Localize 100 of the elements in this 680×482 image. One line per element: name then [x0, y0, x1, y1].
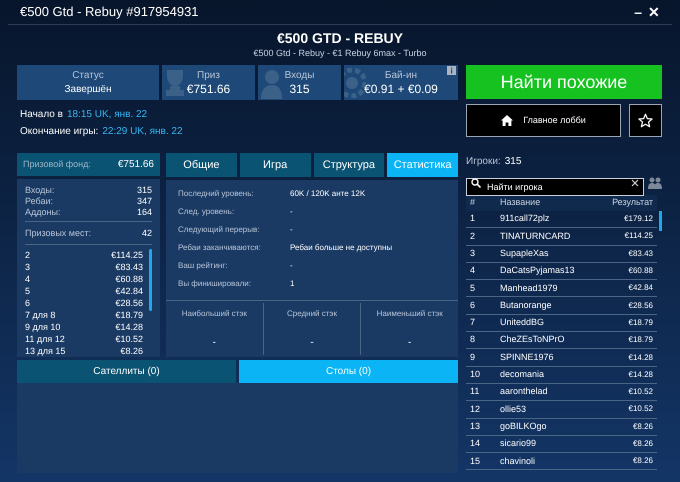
count-label: Ребаи:	[25, 196, 53, 207]
table-cell-text: sicario99	[500, 437, 538, 450]
search-field[interactable]: Найти игрока	[466, 178, 644, 196]
payout-place: 2	[25, 249, 30, 261]
table-cell-text: €10.52	[628, 386, 653, 398]
stat-label: Ваш рейтинг:	[178, 260, 228, 272]
table-cell-text: €114.25	[624, 230, 653, 242]
stack-value: -	[310, 336, 314, 350]
table-cell-text: SPINNE1976	[500, 350, 555, 364]
stack-value: -	[408, 336, 412, 350]
table-cell-text: 3	[470, 246, 476, 260]
table-cell-text: €8.26	[632, 420, 653, 433]
payout-place: 11 для 12	[25, 333, 65, 345]
table-cell-text: goBILKOgo	[500, 420, 548, 433]
table-cell-text: 8	[470, 333, 476, 346]
minimize-button[interactable]: –	[634, 5, 642, 19]
table-cell-text: SupapleXas	[500, 246, 550, 260]
stat-value: -	[290, 206, 293, 218]
stat-value: -	[290, 224, 293, 236]
main-lobby-button[interactable]: Главное лобби	[466, 104, 621, 137]
info-label: Приз	[197, 68, 220, 82]
stat-label: Вы финишировали:	[178, 278, 252, 290]
players-count: 315	[504, 155, 522, 169]
table-cell-text: €42.84	[628, 282, 653, 294]
payout-amount: €10.52	[115, 333, 143, 345]
table-cell-text: chavinoli	[500, 454, 536, 468]
table-cell-text: €18.79	[628, 316, 653, 329]
close-button[interactable]: ✕	[648, 5, 660, 19]
tab[interactable]: Общие	[166, 153, 237, 177]
payout-amount: €18.79	[115, 309, 143, 321]
table-cell-text: €14.28	[628, 368, 653, 381]
count-value: 164	[136, 207, 152, 218]
time-value: 18:15 UK, янв. 22	[66, 108, 148, 122]
payout-place: 7 для 8	[25, 309, 56, 321]
payout-amount: €42.84	[115, 285, 143, 297]
stack-label: Наибольший стэк	[182, 308, 247, 320]
prize-pool-value: €751.66	[118, 158, 154, 172]
places-value: 42	[142, 228, 152, 239]
prize-pool-label: Призовой фонд:	[23, 158, 91, 171]
table-cell-text: 6	[470, 298, 476, 312]
table-cell-text: TINATURNCARD	[500, 230, 572, 243]
count-label: Входы:	[25, 185, 54, 196]
star-icon	[638, 113, 653, 128]
table-cell-text: Butanorange	[500, 298, 553, 312]
stat-label: Последний уровень:	[178, 188, 255, 200]
scrollbar-thumb[interactable]	[149, 249, 152, 311]
tab[interactable]: Сателлиты (0)	[17, 360, 236, 383]
clear-icon[interactable]	[631, 179, 639, 187]
people-icon[interactable]	[648, 177, 662, 189]
table-cell-text: €83.43	[628, 248, 653, 260]
person-icon	[260, 69, 282, 99]
table-cell-text: 9	[470, 350, 476, 364]
table-cell-text: €8.26	[632, 455, 653, 468]
stack-label: Средний стэк	[287, 308, 337, 320]
info-label: Бай-ин	[384, 68, 418, 82]
table-cell-text: €18.79	[628, 334, 653, 346]
tournament-title: €500 GTD - REBUY	[276, 29, 404, 47]
table-cell-text: CheZEsToNPrO	[500, 333, 566, 346]
payout-amount: €28.56	[115, 297, 143, 309]
column-header[interactable]: #	[470, 196, 500, 210]
stat-value: Ребаи больше не доступны	[290, 242, 392, 254]
tab[interactable]: Игра	[240, 153, 310, 177]
table-cell-text: 911call72plz	[500, 212, 550, 226]
info-icon[interactable]	[447, 66, 456, 75]
table-cell-text: €14.28	[628, 352, 653, 364]
stat-value: 1	[290, 278, 294, 290]
payout-place: 9 для 10	[25, 321, 60, 333]
stat-value: 60K / 120K анте 12K	[290, 188, 366, 200]
table-cell-text: 7	[470, 316, 476, 330]
table-cell-text: decomania	[500, 368, 546, 382]
favorite-button[interactable]	[629, 104, 662, 137]
column-header[interactable]: Результат	[593, 196, 653, 210]
scrollbar-thumb[interactable]	[659, 211, 662, 231]
info-label: Статус	[72, 68, 104, 82]
payout-place: 6	[25, 297, 30, 309]
stat-label: Ребаи заканчиваются:	[178, 242, 262, 254]
window-title: €500 Gtd - Rebuy #917954931	[20, 3, 199, 22]
table-cell-text: aaronthelad	[500, 385, 549, 398]
table-cell-text: €10.52	[628, 403, 653, 416]
chip-icon	[344, 68, 366, 98]
payout-amount: €83.43	[115, 261, 143, 273]
payout-place: 4	[25, 273, 30, 285]
table-cell-text: €28.56	[628, 300, 653, 312]
table-cell-text: 5	[470, 282, 476, 295]
info-value: €0.91 + €0.09	[364, 82, 438, 96]
home-icon	[501, 115, 514, 126]
info-value: 315	[289, 82, 310, 96]
payout-place: 13 для 15	[25, 345, 66, 357]
tournament-subtitle: €500 Gtd - Rebuy - €1 Rebuy 6max - Turbo	[253, 47, 427, 59]
trophy-icon	[164, 68, 186, 98]
payout-amount: €60.88	[115, 273, 143, 285]
payout-amount: €14.28	[115, 321, 143, 333]
time-label: Начало в	[20, 108, 63, 122]
table-cell-text: UniteddBG	[500, 316, 546, 330]
table-cell-text: 12	[470, 402, 482, 416]
column-header[interactable]: Название	[500, 196, 593, 210]
payout-place: 3	[25, 261, 30, 273]
tab[interactable]: Структура	[314, 153, 384, 177]
time-value: 22:29 UK, янв. 22	[102, 125, 183, 139]
table-cell-text: 1	[470, 212, 476, 226]
